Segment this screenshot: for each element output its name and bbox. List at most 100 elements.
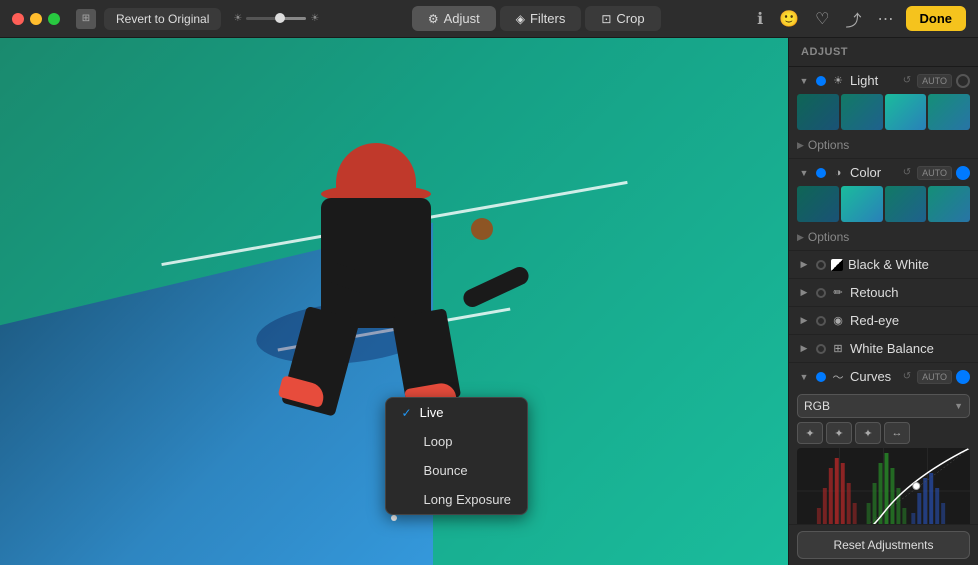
curves-toggle-btn[interactable] (956, 370, 970, 384)
brightness-control: ☀ ☀ (233, 13, 319, 24)
light-thumb-3[interactable] (885, 94, 927, 130)
light-thumb-2[interactable] (841, 94, 883, 130)
curves-actions: ↺ AUTO (901, 370, 970, 384)
panel-header: ADJUST (789, 38, 978, 67)
titlebar: ⊞ Revert to Original ☀ ☀ ⚙ Adjust ◈ Filt… (0, 0, 978, 38)
light-section-header[interactable]: ▼ ☀ Light ↺ AUTO (789, 67, 978, 94)
color-actions: ↺ AUTO (901, 166, 970, 180)
light-active-dot (816, 76, 826, 86)
adjust-label: Adjust (444, 11, 480, 26)
dropdown-bounce-label: Bounce (424, 463, 468, 478)
curves-channel-row: RGB ▼ (797, 394, 970, 418)
wb-section-header[interactable]: ▶ ⊞ White Balance (789, 335, 978, 362)
light-actions: ↺ AUTO (901, 74, 970, 88)
filters-icon: ◈ (516, 12, 525, 26)
heart-button[interactable]: ♡ (811, 7, 833, 31)
dropdown-item-bounce[interactable]: Bounce (386, 456, 527, 485)
curve-tool-eyedrop-black[interactable]: ✦ (797, 422, 823, 444)
maximize-button[interactable] (48, 13, 60, 25)
color-auto-badge[interactable]: AUTO (917, 166, 952, 180)
bw-collapse-icon: ▶ (797, 258, 811, 272)
wb-section: ▶ ⊞ White Balance (789, 335, 978, 363)
face-button[interactable]: 🙂 (775, 7, 803, 31)
color-thumb-1[interactable] (797, 186, 839, 222)
filters-button[interactable]: ◈ Filters (500, 6, 582, 31)
crop-button[interactable]: ⊡ Crop (585, 6, 660, 31)
dropdown-item-live[interactable]: ✓ Live (386, 398, 527, 427)
share-button[interactable]: ⤴ (841, 5, 865, 33)
curves-label: Curves (850, 369, 896, 384)
more-button[interactable]: ⋯ (874, 7, 898, 31)
light-auto-badge[interactable]: AUTO (917, 74, 952, 88)
dropdown-item-loop[interactable]: Loop (386, 427, 527, 456)
wb-label: White Balance (850, 341, 970, 356)
curves-section-header[interactable]: ▼ 〜 Curves ↺ AUTO (789, 363, 978, 390)
light-thumbnails (789, 94, 978, 136)
curves-collapse-icon: ▼ (797, 370, 811, 384)
light-thumb-4[interactable] (928, 94, 970, 130)
dropdown-item-long-exposure[interactable]: Long Exposure (386, 485, 527, 514)
wb-active-dot (816, 344, 826, 354)
done-button[interactable]: Done (906, 6, 967, 31)
redeye-label: Red-eye (850, 313, 970, 328)
color-section-header[interactable]: ▼ ◑ Color ↺ AUTO (789, 159, 978, 186)
color-reset-icon[interactable]: ↺ (901, 166, 913, 179)
wb-collapse-icon: ▶ (797, 342, 811, 356)
redeye-section: ▶ ◉ Red-eye (789, 307, 978, 335)
color-toggle-btn[interactable] (956, 166, 970, 180)
leg-right (391, 309, 461, 407)
redeye-section-header[interactable]: ▶ ◉ Red-eye (789, 307, 978, 334)
curves-reset-icon[interactable]: ↺ (901, 370, 913, 383)
panel-scroll[interactable]: ▼ ☀ Light ↺ AUTO ▶ (789, 67, 978, 524)
light-options[interactable]: ▶ Options (789, 136, 978, 158)
color-thumb-3[interactable] (885, 186, 927, 222)
options-chevron-icon: ▶ (797, 140, 804, 151)
color-options-chevron-icon: ▶ (797, 232, 804, 243)
color-thumbnails (789, 186, 978, 228)
info-button[interactable]: ℹ (753, 7, 767, 31)
curve-tool-reset[interactable]: ↔ (884, 422, 910, 444)
color-label: Color (850, 165, 896, 180)
color-collapse-icon: ▼ (797, 166, 811, 180)
curves-active-dot (816, 372, 826, 382)
window-icon: ⊞ (76, 9, 96, 29)
close-button[interactable] (12, 13, 24, 25)
channel-select[interactable]: RGB ▼ (797, 394, 970, 418)
check-icon: ✓ (402, 406, 412, 420)
curve-tool-eyedrop-white[interactable]: ✦ (855, 422, 881, 444)
curves-controls: RGB ▼ ✦ ✦ ✦ ↔ (789, 390, 978, 524)
retouch-icon: ✏ (831, 286, 845, 300)
toolbar-right: ℹ 🙂 ♡ ⤴ ⋯ Done (753, 5, 966, 33)
right-panel: ADJUST ▼ ☀ Light ↺ AUTO (788, 38, 978, 565)
filters-label: Filters (530, 11, 565, 26)
toolbar-center: ⚙ Adjust ◈ Filters ⊡ Crop (327, 6, 745, 31)
curves-graph[interactable] (797, 448, 970, 524)
light-reset-icon[interactable]: ↺ (901, 74, 913, 87)
light-toggle-btn[interactable] (956, 74, 970, 88)
color-thumb-4[interactable] (928, 186, 970, 222)
light-thumb-1[interactable] (797, 94, 839, 130)
curve-tools: ✦ ✦ ✦ ↔ (797, 422, 970, 444)
curves-auto-badge[interactable]: AUTO (917, 370, 952, 384)
color-options[interactable]: ▶ Options (789, 228, 978, 250)
reset-adjustments-button[interactable]: Reset Adjustments (797, 531, 970, 559)
dropdown-long-exposure-label: Long Exposure (424, 492, 511, 507)
minimize-button[interactable] (30, 13, 42, 25)
color-active-dot (816, 168, 826, 178)
hat (336, 143, 416, 198)
brightness-slider[interactable] (246, 17, 306, 20)
retouch-label: Retouch (850, 285, 970, 300)
curves-section: ▼ 〜 Curves ↺ AUTO RGB ▼ (789, 363, 978, 524)
curve-tool-eyedrop-gray[interactable]: ✦ (826, 422, 852, 444)
photo-canvas: ✓ Live Loop Bounce Long Exposure (0, 38, 788, 565)
main-content: ✓ Live Loop Bounce Long Exposure (0, 38, 978, 565)
shoe-left (277, 375, 326, 408)
retouch-section-header[interactable]: ▶ ✏ Retouch (789, 279, 978, 306)
adjust-icon: ⚙ (428, 12, 439, 26)
bw-section-header[interactable]: ▶ Black & White (789, 251, 978, 278)
color-thumb-2[interactable] (841, 186, 883, 222)
adjust-button[interactable]: ⚙ Adjust (412, 6, 496, 31)
retouch-collapse-icon: ▶ (797, 286, 811, 300)
revert-button[interactable]: Revert to Original (104, 8, 221, 30)
curves-svg (797, 448, 970, 524)
